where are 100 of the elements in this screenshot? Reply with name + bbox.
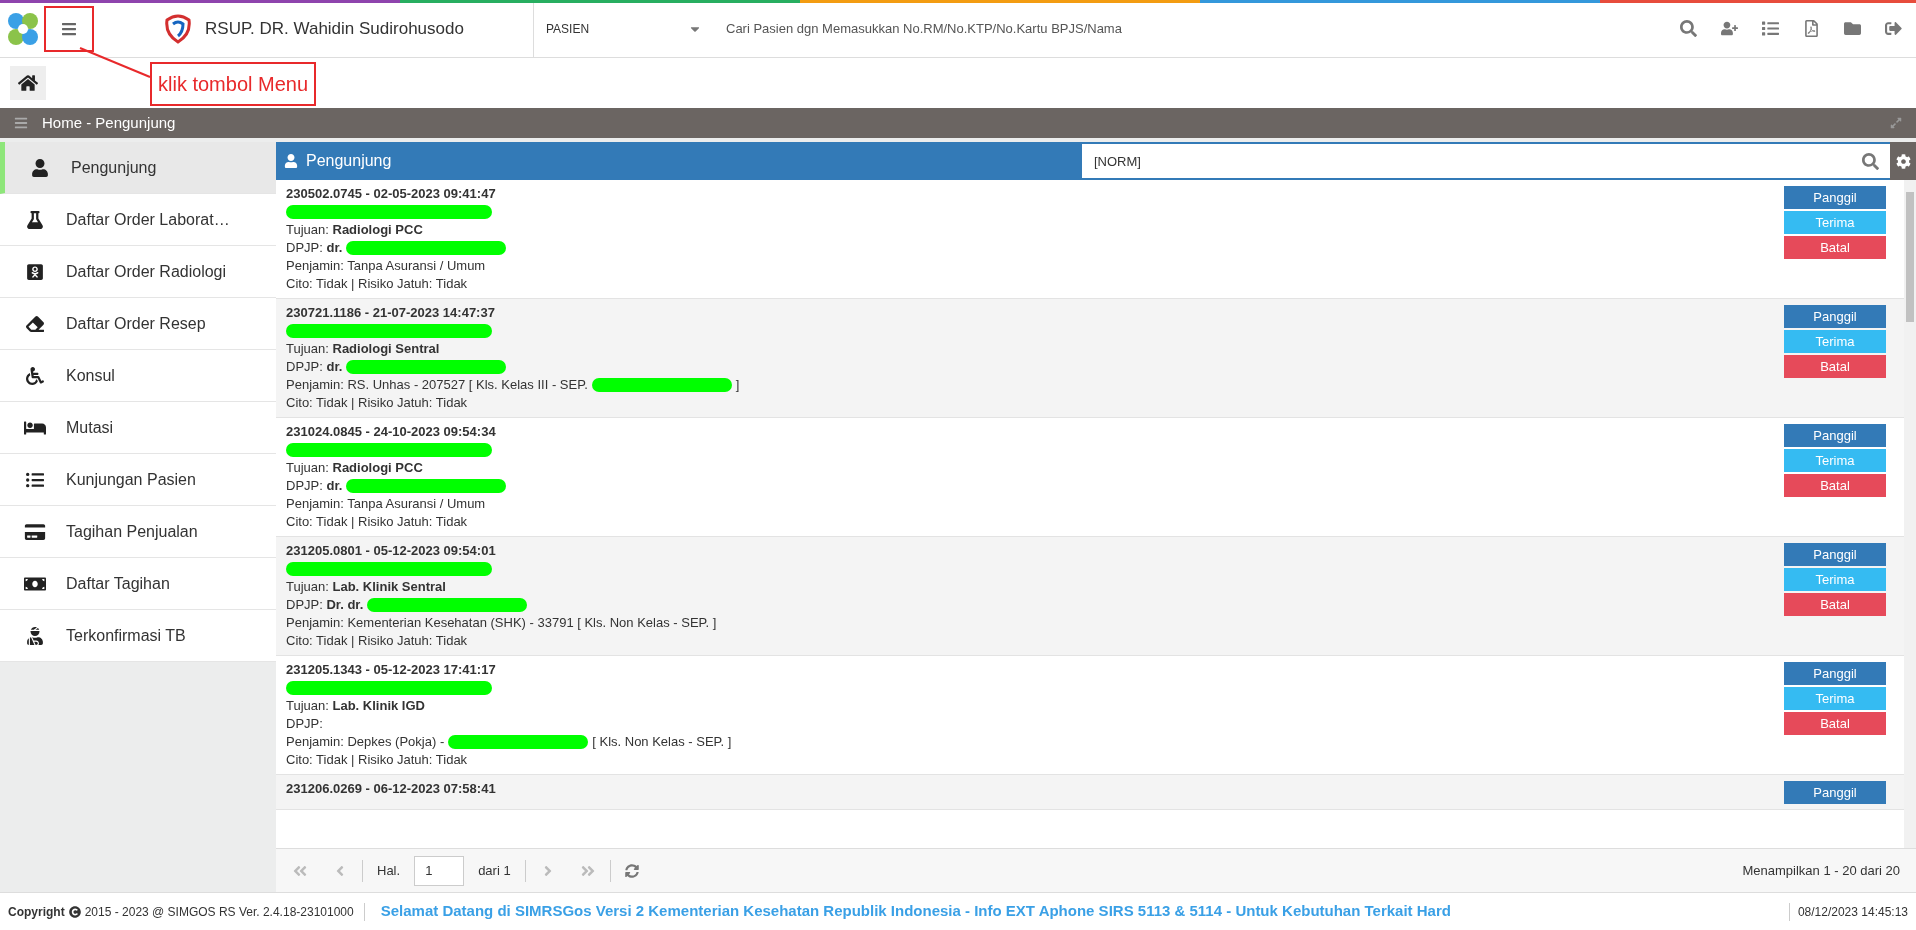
- bed-icon: [24, 418, 46, 437]
- norm-search-field[interactable]: [NORM]: [1082, 144, 1850, 178]
- patient-search-field[interactable]: Cari Pasien dgn Memasukkan No.RM/No.KTP/No.Kartu BPJS/Nama: [714, 0, 1680, 57]
- search-type-dropdown[interactable]: PASIEN: [534, 0, 714, 57]
- visit-detail: [ Kls. Non Kelas - SEP. ]: [592, 733, 732, 751]
- sidebar-item[interactable]: Tagihan Penjualan: [0, 506, 276, 558]
- action-button[interactable]: Batal: [1784, 474, 1886, 497]
- sidebar-item[interactable]: Pengunjung: [0, 142, 276, 194]
- folder-button[interactable]: [1844, 20, 1861, 37]
- user-plus-button[interactable]: [1721, 20, 1738, 37]
- sidebar-item[interactable]: Terkonfirmasi TB: [0, 610, 276, 662]
- visit-header: 231205.1343 - 05-12-2023 17:41:17: [286, 661, 497, 679]
- search-icon: [1680, 20, 1697, 37]
- visit-header: 230721.1186 - 21-07-2023 14:47:37: [286, 304, 496, 322]
- pdf-file-icon: [1803, 20, 1820, 37]
- visit-detail: Cito: Tidak | Risiko Jatuh: Tidak: [286, 394, 468, 412]
- visit-detail: Cito: Tidak | Risiko Jatuh: Tidak: [286, 632, 468, 650]
- visit-detail: Cito: Tidak | Risiko Jatuh: Tidak: [286, 275, 468, 293]
- visit-detail: Penjamin: Depkes (Pokja) -: [286, 733, 445, 751]
- visit-detail: DPJP:: [286, 715, 323, 733]
- folder-icon: [1844, 20, 1861, 37]
- pdf-file-button[interactable]: [1803, 20, 1820, 37]
- credit-card-icon: [24, 522, 46, 541]
- visit-header: 230502.0745 - 02-05-2023 09:41:47: [286, 185, 497, 203]
- sidebar-item[interactable]: Konsul: [0, 350, 276, 402]
- list-icon: [1762, 20, 1779, 37]
- home-button[interactable]: [10, 66, 46, 100]
- visit-detail: Penjamin: Tanpa Asuransi / Umum: [286, 257, 486, 275]
- refresh-button[interactable]: [624, 863, 639, 878]
- action-button[interactable]: Panggil: [1784, 424, 1886, 447]
- copyright-label: Copyright: [8, 903, 65, 921]
- search-button[interactable]: [1850, 144, 1890, 178]
- search-button[interactable]: [1680, 20, 1697, 37]
- money-icon: [24, 574, 46, 593]
- visit-detail: Penjamin: RS. Unhas - 207527 [ Kls. Kelas III - SEP.: [286, 376, 588, 394]
- visit-detail: Cito: Tidak | Risiko Jatuh: Tidak: [286, 751, 468, 769]
- breadcrumb-text: Home - Pengunjung: [42, 112, 176, 133]
- action-button[interactable]: Panggil: [1784, 186, 1886, 209]
- visit-detail: DPJP: dr.: [286, 358, 343, 376]
- sidebar-item[interactable]: Daftar Order Laborat…: [0, 194, 276, 246]
- action-button[interactable]: Panggil: [1784, 781, 1886, 804]
- action-button[interactable]: Panggil: [1784, 305, 1886, 328]
- menu-icon: [14, 116, 28, 130]
- user-icon: [29, 158, 51, 177]
- visit-detail: Tujuan: Radiologi Sentral: [286, 340, 440, 358]
- version-text: 2015 - 2023 @ SIMGOS RS Ver. 2.4.18-23101000: [84, 902, 365, 921]
- search-icon: [1861, 152, 1879, 170]
- visit-detail: Penjamin: Tanpa Asuransi / Umum: [286, 495, 486, 513]
- badge-icon: [24, 262, 46, 281]
- visit-header: 231205.0801 - 05-12-2023 09:54:01: [286, 542, 497, 560]
- page-field[interactable]: 1: [414, 855, 465, 886]
- action-button[interactable]: Batal: [1784, 236, 1886, 259]
- action-button[interactable]: Panggil: [1784, 543, 1886, 566]
- visit-detail: Tujuan: Radiologi PCC: [286, 459, 423, 477]
- refresh-icon: [624, 863, 639, 878]
- visit-detail: Tujuan: Lab. Klinik IGD: [286, 697, 425, 715]
- logout-icon: [1885, 20, 1902, 37]
- menu-icon: [61, 20, 77, 37]
- user-icon: [284, 154, 298, 168]
- wheelchair-icon: [24, 366, 46, 385]
- annotation-label: klik tombol Menu: [150, 62, 317, 106]
- visit-detail: DPJP: Dr. dr.: [286, 596, 364, 614]
- panel-title: Pengunjung: [306, 151, 392, 171]
- settings-icon: [1895, 153, 1911, 169]
- sidebar-item[interactable]: Daftar Tagihan: [0, 558, 276, 610]
- visit-detail: Cito: Tidak | Risiko Jatuh: Tidak: [286, 513, 468, 531]
- person-icon: [24, 626, 46, 645]
- announcement-text: Selamat Datang di SIMRSGos Versi 2 Kementerian Kesehatan Republik Indonesia - Info EXT Aphone SIRS 5113 & 5114 - Untuk Kebutuhan Terkait Hard: [380, 901, 1452, 922]
- flask-icon: [24, 210, 46, 229]
- visit-detail: Penjamin: Kementerian Kesehatan (SHK) - 33791 [ Kls. Non Kelas - SEP. ]: [286, 614, 717, 632]
- record-summary: Menampilkan 1 - 20 dari 20: [1742, 861, 1900, 880]
- visit-detail: ]: [735, 376, 740, 394]
- visit-detail: Tujuan: Radiologi PCC: [286, 221, 423, 239]
- visit-detail: DPJP: dr.: [286, 477, 343, 495]
- sidebar-item[interactable]: Daftar Order Resep: [0, 298, 276, 350]
- logout-button[interactable]: [1885, 20, 1902, 37]
- page-label: Hal.: [377, 861, 401, 880]
- copyright-icon: [68, 905, 81, 918]
- hospital-logo: [163, 13, 194, 44]
- action-button[interactable]: Batal: [1784, 593, 1886, 616]
- action-button[interactable]: Batal: [1784, 712, 1886, 735]
- hospital-name: RSUP. DR. Wahidin Sudirohusodo: [205, 17, 464, 40]
- action-button[interactable]: Batal: [1784, 355, 1886, 378]
- action-button[interactable]: Panggil: [1784, 662, 1886, 685]
- visit-detail: Tujuan: Lab. Klinik Sentral: [286, 578, 446, 596]
- datetime-text: 08/12/2023 14:45:13: [1788, 902, 1916, 921]
- list-button[interactable]: [1762, 20, 1779, 37]
- sidebar-item[interactable]: Daftar Order Radiologi: [0, 246, 276, 298]
- expand-icon: [1890, 117, 1902, 129]
- sidebar-item[interactable]: Kunjungan Pasien: [0, 454, 276, 506]
- page-count: dari 1: [478, 861, 511, 880]
- list-icon: [24, 470, 46, 489]
- settings-button[interactable]: [1890, 142, 1916, 180]
- user-plus-icon: [1721, 20, 1738, 37]
- home-icon: [18, 73, 38, 93]
- eraser-icon: [24, 314, 46, 333]
- sidebar-item[interactable]: Mutasi: [0, 402, 276, 454]
- visit-header: 231024.0845 - 24-10-2023 09:54:34: [286, 423, 497, 441]
- visit-detail: DPJP: dr.: [286, 239, 343, 257]
- visit-header: 231206.0269 - 06-12-2023 07:58:41: [286, 780, 497, 798]
